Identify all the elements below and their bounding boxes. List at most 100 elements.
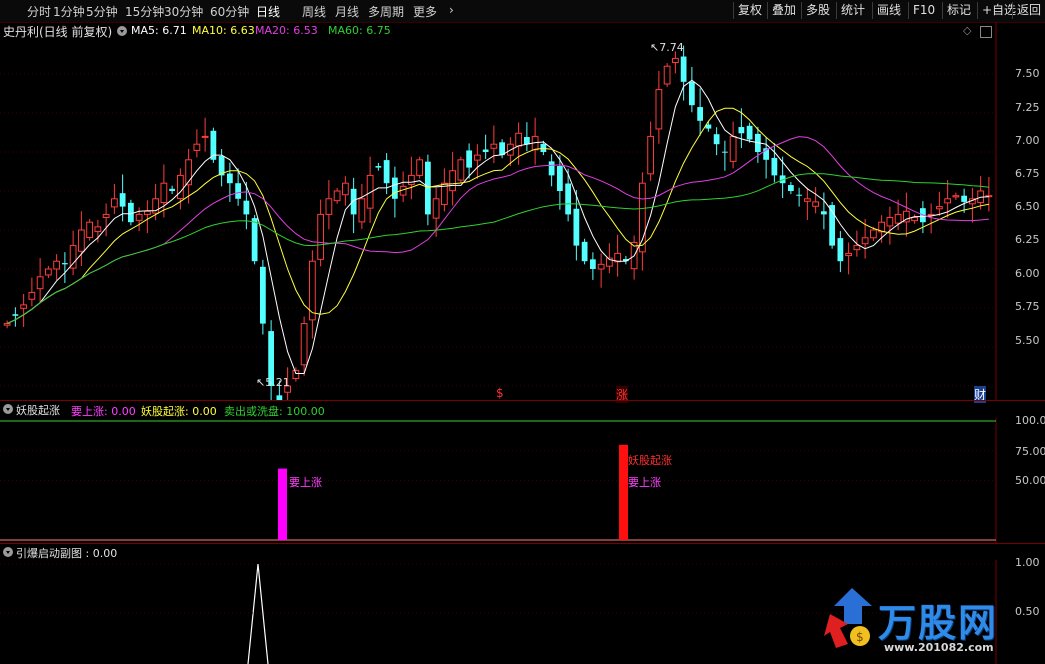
candlestick: [143, 200, 151, 234]
toolbar-button[interactable]: 返回: [1012, 2, 1045, 19]
period-tab[interactable]: 周线: [302, 3, 326, 20]
candlestick: [523, 122, 530, 152]
candlestick: [44, 265, 52, 279]
pane-divider[interactable]: [0, 400, 1045, 401]
pane-divider[interactable]: [0, 543, 1045, 544]
candlestick: [589, 252, 596, 280]
toolbar-button[interactable]: 标记: [942, 2, 975, 19]
candlestick: [605, 243, 613, 274]
candlestick: [341, 176, 349, 206]
signal-label: 妖股起涨: [628, 454, 672, 467]
toolbar-button[interactable]: 多股: [801, 2, 834, 19]
axis-tick-label: 100.0: [1015, 414, 1045, 427]
candlestick: [86, 219, 94, 241]
candlestick: [482, 134, 489, 160]
period-tab[interactable]: 15分钟: [125, 3, 164, 20]
signal-label: 要上涨: [289, 476, 322, 489]
candlestick: [358, 183, 366, 229]
period-tab[interactable]: 1分钟: [53, 3, 85, 20]
candlestick: [169, 185, 176, 195]
candlestick: [61, 252, 68, 284]
chevron-right-icon[interactable]: ›: [449, 3, 454, 17]
signal-bar: [619, 444, 628, 540]
indicator-value: 妖股起涨: 0.00: [141, 405, 217, 418]
candlestick: [803, 187, 811, 221]
candlestick: [796, 187, 803, 207]
candlestick: [647, 121, 655, 181]
candlestick: [350, 177, 357, 234]
high-price-marker: ↖7.74: [650, 41, 684, 54]
toolbar-button[interactable]: 统计: [836, 2, 869, 19]
candlestick: [985, 176, 993, 212]
period-tab[interactable]: 5分钟: [86, 3, 118, 20]
candlestick: [779, 156, 786, 199]
brand-watermark: $ 万股网 www.201082.com: [822, 582, 1042, 664]
candlestick: [671, 51, 679, 74]
axis-tick-label: 7.00: [1015, 134, 1040, 147]
indicator-value: 卖出或洗盘: 100.00: [224, 405, 325, 418]
candlestick: [366, 156, 374, 223]
candlestick: [77, 211, 85, 267]
period-tab[interactable]: 多周期: [368, 3, 404, 20]
arrow-icon: ↖: [650, 41, 660, 54]
axis-tick-label: 75.00: [1015, 445, 1045, 458]
candlestick: [449, 152, 457, 206]
brand-url: www.201082.com: [884, 641, 994, 654]
arrow-icon: ↖: [256, 376, 266, 389]
candlestick: [201, 117, 209, 152]
candlestick: [375, 162, 382, 171]
candlestick: [416, 156, 424, 179]
toolbar-button[interactable]: 复权: [733, 2, 766, 19]
period-toolbar: 分时 1分钟 5分钟 15分钟 30分钟 60分钟 日线 周线 月线 多周期 更多 › 复权 叠加 多股统…: [0, 0, 1045, 23]
ma10-line: [6, 107, 989, 325]
period-tab[interactable]: 30分钟: [164, 3, 203, 20]
candlestick: [663, 63, 671, 88]
brand-name: 万股网: [878, 601, 999, 645]
candlestick: [399, 171, 407, 203]
candlestick-chart[interactable]: [0, 22, 1045, 400]
toolbar-button[interactable]: 画线: [872, 2, 905, 19]
candlestick: [638, 172, 646, 271]
candlestick: [28, 277, 36, 307]
dividend-event-marker[interactable]: $: [496, 386, 504, 400]
candlestick: [886, 206, 894, 245]
axis-tick-label: 6.00: [1015, 267, 1040, 280]
candlestick: [935, 191, 943, 216]
candlestick: [440, 168, 448, 212]
logo-icon: $: [824, 588, 872, 648]
candlestick: [581, 238, 588, 265]
collapse-icon[interactable]: [3, 547, 13, 557]
candlestick: [243, 181, 250, 230]
candlestick: [210, 127, 217, 163]
candlestick: [12, 307, 19, 327]
candlestick: [837, 231, 844, 273]
candlestick: [977, 176, 985, 210]
indicator-chart[interactable]: [0, 418, 1045, 543]
candlestick: [548, 154, 555, 187]
period-tab[interactable]: 更多: [413, 3, 437, 20]
toolbar-button[interactable]: 叠加: [767, 2, 800, 19]
candlestick: [729, 121, 737, 169]
period-tab[interactable]: 分时: [27, 3, 51, 20]
period-tab[interactable]: 日线: [256, 3, 280, 20]
candlestick: [952, 192, 960, 201]
candlestick: [102, 203, 110, 237]
candlestick: [317, 199, 325, 267]
signal-label: 要上涨: [628, 476, 661, 489]
candlestick: [771, 143, 778, 183]
period-tab[interactable]: 月线: [335, 3, 359, 20]
candlestick: [457, 156, 465, 184]
candlestick: [193, 129, 201, 158]
candlestick: [69, 230, 77, 276]
period-tab[interactable]: 60分钟: [210, 3, 249, 20]
svg-text:$: $: [856, 630, 864, 644]
ma5-line: [6, 79, 989, 374]
candlestick: [565, 168, 572, 222]
candlestick: [878, 215, 886, 243]
candlestick: [308, 250, 316, 339]
collapse-icon[interactable]: [3, 404, 13, 414]
toolbar-button[interactable]: F10: [908, 2, 939, 19]
ma20-line: [6, 136, 989, 325]
candlestick: [713, 127, 720, 156]
axis-tick-label: 1.00: [1015, 556, 1040, 569]
